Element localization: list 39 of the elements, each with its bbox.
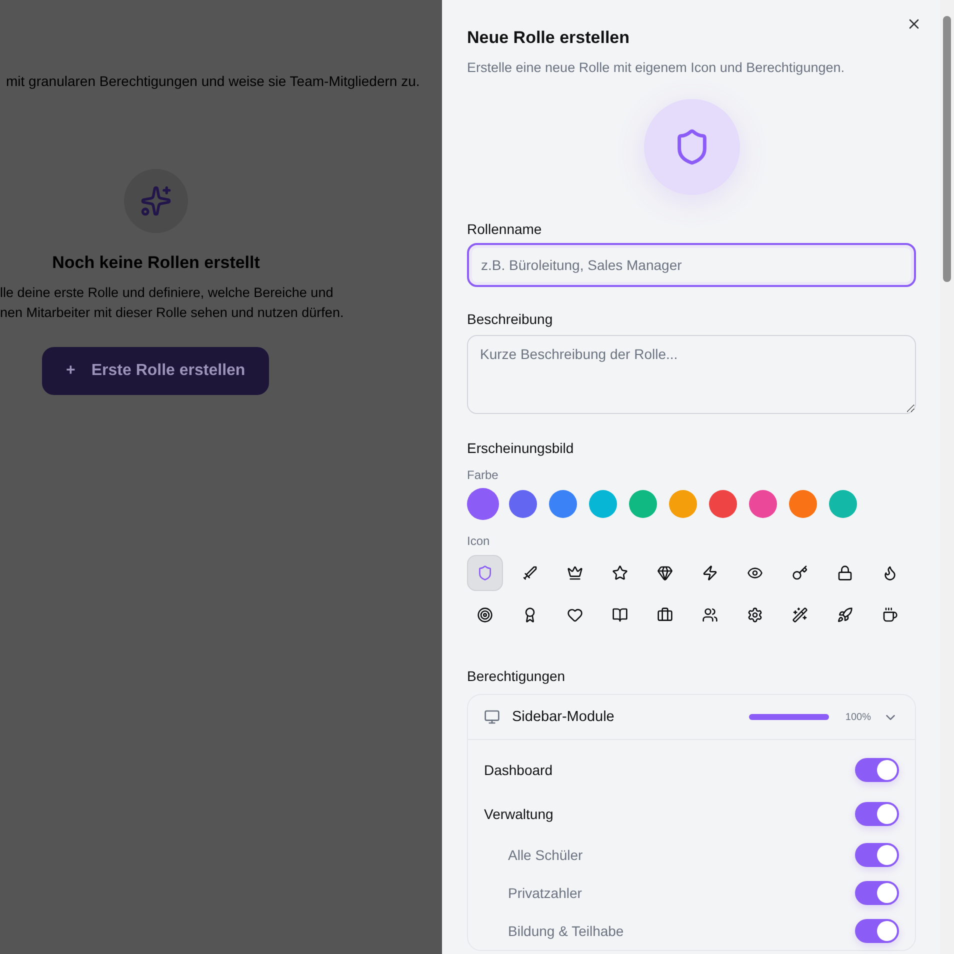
dialog-subtitle: Erstelle eine neue Rolle mit eigenem Icon und Berechtigungen. <box>467 60 846 75</box>
icon-label: Icon <box>467 534 491 548</box>
description-textarea[interactable]: Kurze Beschreibung der Rolle... <box>467 335 916 414</box>
color-swatch[interactable] <box>589 490 617 518</box>
color-swatch[interactable] <box>509 490 537 518</box>
permission-label: Bildung & Teilhabe <box>508 923 624 939</box>
toggle-switch[interactable] <box>855 758 899 782</box>
color-swatch[interactable] <box>749 490 777 518</box>
permission-label: Privatzahler <box>508 885 582 901</box>
permission-label: Verwaltung <box>484 806 554 822</box>
color-label: Farbe <box>467 468 500 482</box>
toggle-switch[interactable] <box>855 919 899 943</box>
color-swatch[interactable] <box>709 490 737 518</box>
page-description: mit granularen Berechtigungen und weise sie Team-Mitgliedern zu. <box>5 73 421 89</box>
create-role-button[interactable]: + Erste Rolle erstellen <box>42 347 270 395</box>
role-name-input[interactable]: z.B. Büroleitung, Sales Manager <box>467 243 916 287</box>
shield-icon[interactable] <box>467 555 503 591</box>
permission-group-header[interactable]: Sidebar-Module 100% <box>468 695 915 740</box>
toggle-switch[interactable] <box>855 802 899 826</box>
color-swatch[interactable] <box>467 488 499 520</box>
toggle-switch[interactable] <box>855 881 899 905</box>
empty-state-title: Noch keine Rollen erstellt <box>52 253 260 273</box>
section-title: Berechtigungen <box>467 668 566 684</box>
color-swatch[interactable] <box>669 490 697 518</box>
section-title: Erscheinungsbild <box>467 440 575 456</box>
empty-state-text: lle deine erste Rolle und definiere, welche Bereiche und nen Mitarbeiter mit dieser Rolle sehen und nutzen dürfen. <box>0 284 344 322</box>
monitor-icon <box>484 709 500 725</box>
field-label: Beschreibung <box>467 311 554 327</box>
permission-label: Dashboard <box>484 762 552 778</box>
scrollbar-thumb[interactable] <box>943 16 951 282</box>
scrollbar[interactable] <box>940 0 954 954</box>
color-swatch[interactable] <box>549 490 577 518</box>
color-swatch[interactable] <box>629 490 657 518</box>
color-swatch[interactable] <box>829 490 857 518</box>
field-label: Rollenname <box>467 221 543 237</box>
toggle-switch[interactable] <box>855 843 899 867</box>
permission-label: Alle Schüler <box>508 847 583 863</box>
color-swatch[interactable] <box>789 490 817 518</box>
dialog-title: Neue Rolle erstellen <box>467 28 631 48</box>
